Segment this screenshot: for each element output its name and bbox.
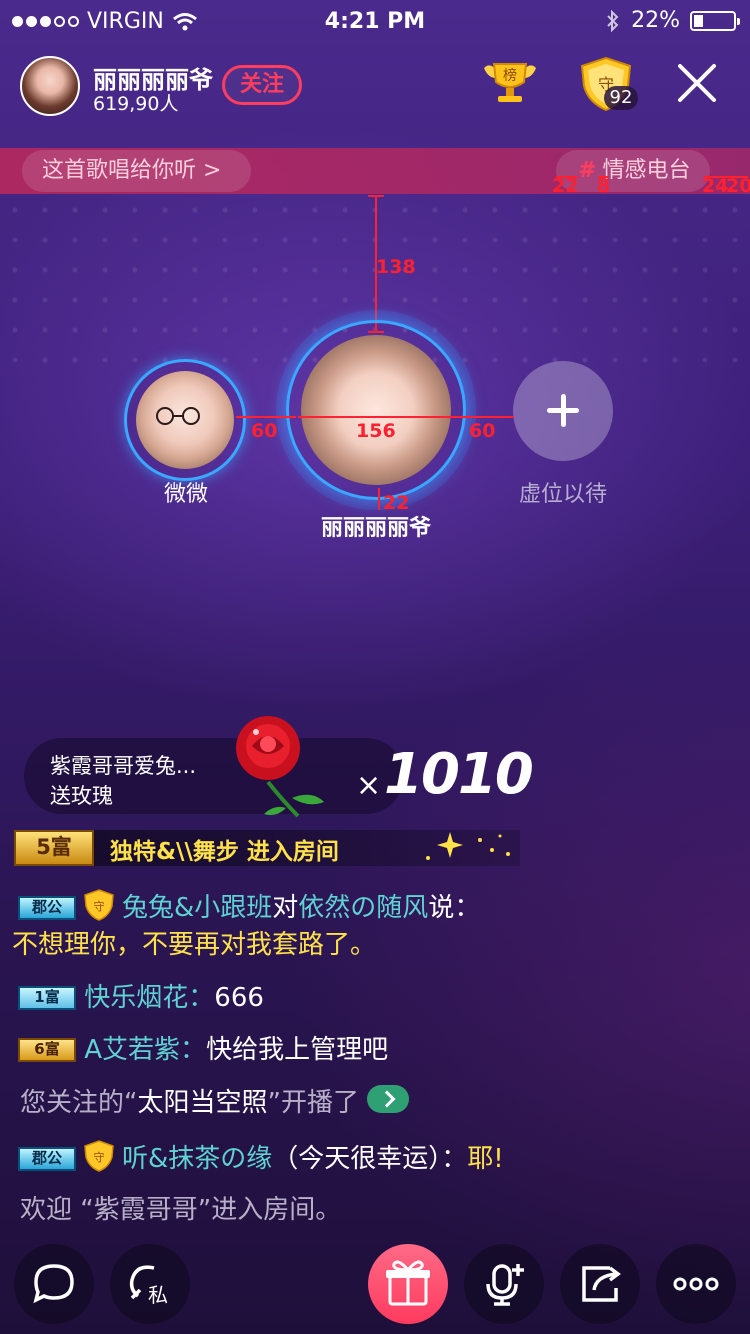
share-icon	[582, 1266, 621, 1302]
gift-multiply-sign: ×	[356, 768, 382, 803]
hash-icon: #	[578, 158, 597, 183]
measure-name-gap: 22	[383, 492, 410, 514]
close-icon[interactable]	[676, 62, 718, 104]
chat-prefix: 您关注的“	[20, 1088, 138, 1118]
measure-line-center	[298, 416, 454, 418]
measure-tag-hash-gap: 8	[597, 175, 611, 197]
status-right: 22%	[605, 8, 740, 33]
gift-sender: 紫霞哥哥爱兔...	[50, 754, 197, 778]
measure-left-gap: 60	[251, 420, 278, 442]
chat-highlight: 太阳当空照	[137, 1088, 268, 1118]
battery-percent: 22%	[631, 8, 680, 33]
seat-host-name: 丽丽丽丽爷	[320, 516, 431, 541]
chat-text: 快给我上管理吧	[206, 1035, 389, 1065]
share-button[interactable]	[560, 1244, 640, 1324]
follow-button[interactable]: 关注	[222, 65, 302, 105]
title-badge: 郡公	[18, 1147, 76, 1171]
empty-seat-button[interactable]	[513, 361, 613, 461]
wealth-level-badge: 5富	[14, 830, 94, 866]
gift-count: 1010	[384, 742, 534, 807]
microphone-plus-icon	[486, 1264, 524, 1306]
seat-guest-name: 微微	[163, 482, 208, 507]
measure-line-right-gap	[454, 416, 514, 418]
measure-tag-pad-left: 22	[552, 175, 579, 197]
bluetooth-icon	[607, 9, 619, 32]
chat-message-3: 6富 A艾若紫：快给我上管理吧	[18, 1033, 388, 1067]
gift-action: 送玫瑰	[50, 784, 113, 808]
ranking-trophy-icon[interactable]: 榜	[482, 58, 538, 106]
chat-bubble-icon	[33, 1264, 74, 1304]
measure-tag-pad-right-a: 24	[702, 175, 729, 197]
comment-button[interactable]	[14, 1244, 94, 1324]
song-dedication-link[interactable]: 这首歌唱给你听 >	[22, 150, 252, 192]
private-message-button[interactable]: 私	[110, 1244, 190, 1324]
svg-text:守: 守	[94, 1150, 105, 1164]
private-chat-icon: 私	[129, 1265, 168, 1307]
wealth-badge: 1富	[18, 986, 76, 1010]
chat-say: 说：	[428, 893, 481, 923]
svg-text:榜: 榜	[503, 67, 517, 84]
audience-count: 619,90人	[93, 93, 179, 115]
plus-icon-stem	[561, 394, 566, 427]
measure-right-gap: 60	[469, 420, 496, 442]
empty-seat-label: 虚位以待	[518, 482, 607, 507]
chat-suffix: ”开播了	[267, 1088, 359, 1118]
chat-username[interactable]: 兔兔&小跟班	[122, 893, 272, 923]
svg-text:守: 守	[94, 899, 105, 913]
enter-notice-text: 独特&\\舞步 进入房间	[110, 839, 339, 865]
title-badge: 郡公	[18, 896, 76, 920]
more-button[interactable]	[656, 1244, 736, 1324]
measure-top-gap: 138	[376, 256, 416, 278]
measure-tag-pad-right-b: 20	[726, 175, 750, 197]
status-bar: VIRGIN 4:21 PM 22%	[0, 0, 750, 44]
chat-text: 不想理你，不要再对我套路了。	[12, 930, 377, 960]
wealth-badge: 6富	[18, 1038, 76, 1062]
battery-icon	[690, 10, 740, 31]
host-avatar[interactable]	[20, 56, 80, 116]
guard-shield-icon-small: 守	[84, 1140, 114, 1172]
glasses-icon	[156, 407, 200, 425]
guard-shield-icon-small: 守	[84, 889, 114, 921]
rose-gift-icon	[236, 716, 324, 818]
chat-username[interactable]: 快乐烟花：	[84, 983, 214, 1013]
sparkle-icon	[426, 832, 510, 860]
chat-text: 耶!	[467, 1144, 504, 1174]
measure-line-name-gap	[378, 488, 380, 510]
seat-host-avatar[interactable]	[286, 320, 466, 500]
chat-message-1: 郡公 守 兔兔&小跟班对依然の随风说：	[18, 888, 618, 925]
chat-message-6: 欢迎 “紫霞哥哥”进入房间。	[20, 1193, 341, 1227]
gift-button[interactable]	[368, 1244, 448, 1324]
more-dots-icon	[673, 1277, 719, 1291]
chat-target-user[interactable]: 依然の随风	[298, 893, 428, 923]
live-room-screen: VIRGIN 4:21 PM 22% 丽丽丽丽爷 619,90人 关注 榜 守 …	[0, 0, 750, 1334]
chat-message-4[interactable]: 您关注的“太阳当空照”开播了	[20, 1085, 409, 1120]
guard-count-badge: 92	[604, 86, 638, 110]
radio-tag-label: 情感电台	[602, 158, 691, 183]
host-photo	[301, 335, 451, 485]
chat-username[interactable]: 听&抹茶の缘	[122, 1144, 272, 1174]
chat-text: 欢迎 “紫霞哥哥”进入房间。	[20, 1195, 342, 1225]
measure-cap-top	[368, 195, 384, 197]
measure-center-size: 156	[356, 420, 396, 442]
seat-guest-avatar[interactable]	[124, 359, 246, 481]
chat-message-1-text: 不想理你，不要再对我套路了。	[12, 928, 732, 962]
radio-category-tag[interactable]: # 情感电台	[556, 150, 711, 192]
chat-message-5: 郡公 守 听&抹茶の缘（今天很幸运）：耶!	[18, 1139, 504, 1176]
chat-username[interactable]: A艾若紫：	[84, 1035, 206, 1065]
chat-connector: 对	[272, 893, 299, 923]
chat-connector: （今天很幸运）：	[272, 1144, 468, 1174]
chat-message-2: 1富 快乐烟花：666	[18, 981, 264, 1015]
measure-line-left-gap	[236, 416, 296, 418]
chat-text: 666	[214, 983, 264, 1013]
gift-box-icon	[386, 1260, 430, 1306]
mic-request-button[interactable]	[464, 1244, 544, 1324]
svg-text:私: 私	[148, 1283, 168, 1307]
go-arrow-icon[interactable]	[366, 1085, 409, 1113]
